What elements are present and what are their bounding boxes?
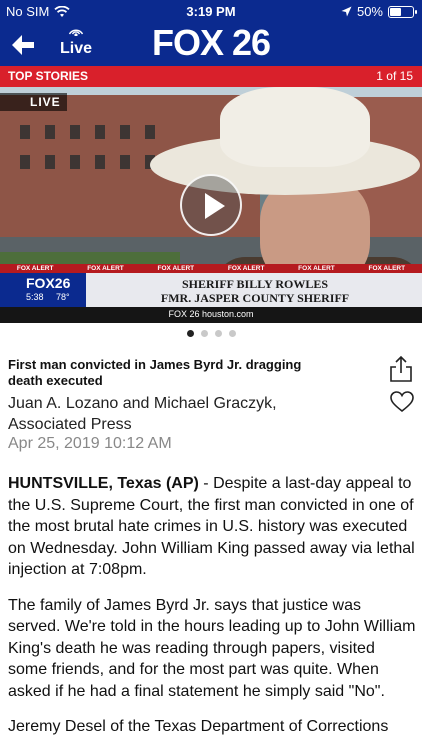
share-icon — [390, 355, 412, 382]
video-player[interactable]: LIVE FOX ALERT FOX ALERT FOX ALERT FOX A… — [0, 87, 422, 323]
play-button[interactable] — [180, 174, 242, 236]
alert-label: FOX ALERT — [157, 265, 195, 272]
lower-third-name: SHERIFF BILLY ROWLES — [181, 277, 329, 291]
paragraph-text: Jeremy Desel of the Texas Department of … — [8, 718, 389, 735]
alert-label: FOX ALERT — [16, 265, 54, 272]
favorite-button[interactable] — [389, 390, 415, 414]
battery-percent: 50% — [356, 4, 383, 19]
app-header: No SIM 3:19 PM 50% Live FOX 26 — [0, 0, 422, 66]
lower-third-logo: FOX26 5:38 78° — [0, 273, 86, 307]
battery-icon — [388, 5, 417, 18]
section-bar: TOP STORIES 1 of 15 — [0, 66, 422, 87]
article-headline: First man convicted in James Byrd Jr. dr… — [8, 357, 302, 388]
video-subject-hat — [220, 87, 370, 167]
alert-label: FOX ALERT — [227, 265, 265, 272]
article-body: HUNTSVILLE, Texas (AP) - Despite a last-… — [8, 473, 416, 750]
section-title: TOP STORIES — [8, 69, 89, 83]
lower-third-time: 5:38 — [26, 292, 44, 302]
carousel-pager[interactable] — [0, 330, 422, 337]
heart-icon — [390, 391, 414, 413]
alert-label: FOX ALERT — [368, 265, 406, 272]
status-bar: No SIM 3:19 PM 50% — [0, 0, 422, 22]
lower-third-logo-text: FOX26 — [26, 275, 71, 291]
alert-label: FOX ALERT — [298, 265, 335, 272]
pager-dot[interactable] — [186, 330, 194, 337]
article-paragraph: The family of James Byrd Jr. says that j… — [8, 595, 416, 703]
lower-third-temp: 78° — [56, 292, 70, 302]
live-tag: LIVE — [0, 93, 67, 111]
paragraph-lead: HUNTSVILLE, Texas (AP) — [8, 475, 199, 492]
article-paragraph: Jeremy Desel of the Texas Department of … — [8, 716, 416, 738]
paragraph-text: The family of James Byrd Jr. says that j… — [8, 596, 416, 700]
alert-label: FOX ALERT — [87, 265, 124, 272]
fox26-logo: FOX 26 — [151, 22, 271, 63]
story-counter: 1 of 15 — [376, 69, 413, 83]
pager-dot[interactable] — [200, 330, 208, 337]
article-date: Apr 25, 2019 10:12 AM — [8, 435, 172, 452]
location-icon — [341, 6, 352, 17]
pager-dot[interactable] — [214, 330, 222, 337]
lower-third-url: FOX 26 houston.com — [0, 307, 422, 323]
lower-third-title: FMR. JASPER COUNTY SHERIFF — [160, 291, 350, 305]
article-paragraph: HUNTSVILLE, Texas (AP) - Despite a last-… — [8, 473, 416, 581]
fox-alert-strip: FOX ALERT FOX ALERT FOX ALERT FOX ALERT … — [0, 264, 422, 273]
article-byline: Juan A. Lozano and Michael Graczyk, Asso… — [8, 395, 277, 433]
pager-dot[interactable] — [228, 330, 236, 337]
share-button[interactable] — [388, 355, 414, 383]
